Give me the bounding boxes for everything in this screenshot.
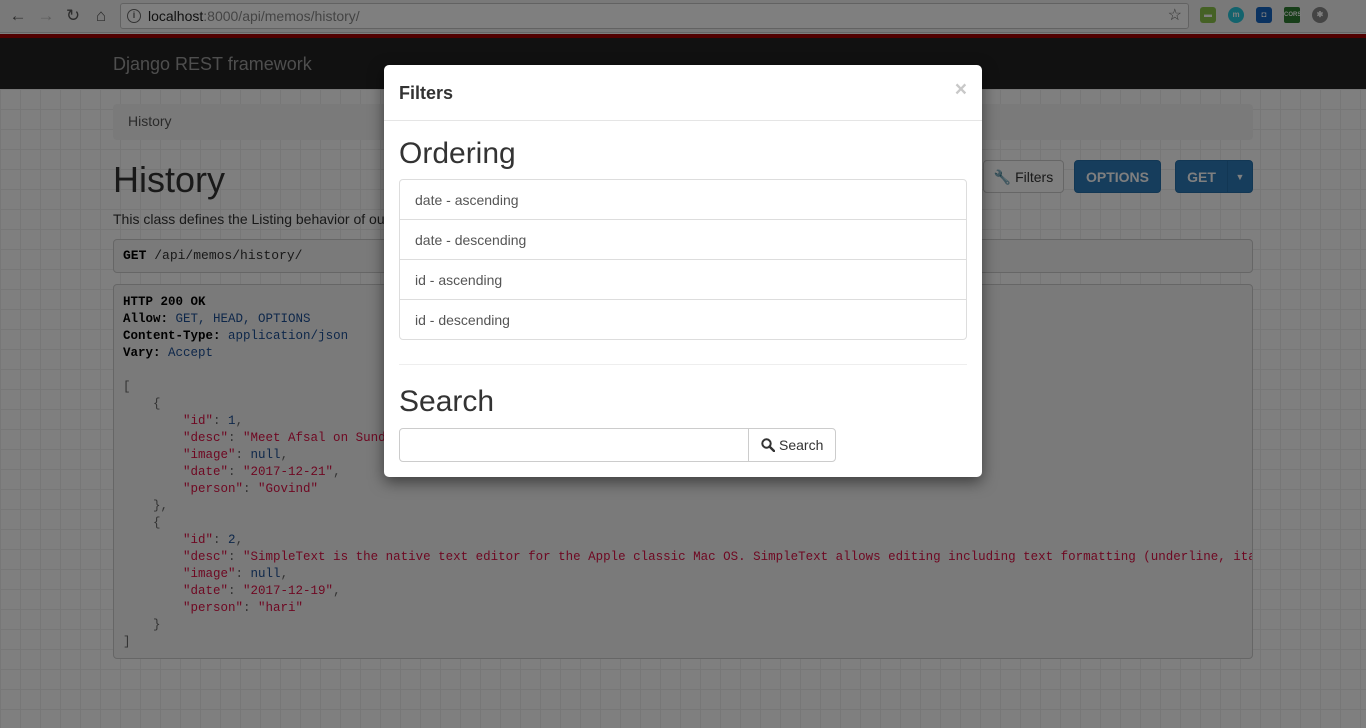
search-icon xyxy=(761,438,775,452)
modal-backdrop[interactable]: Filters × Ordering date - ascending date… xyxy=(0,0,1366,728)
ordering-option-date-descending[interactable]: date - descending xyxy=(399,219,967,260)
ordering-list: date - ascending date - descending id - … xyxy=(399,179,967,340)
ordering-heading: Ordering xyxy=(399,137,516,170)
ordering-option-id-ascending[interactable]: id - ascending xyxy=(399,259,967,300)
close-icon[interactable]: × xyxy=(955,79,967,101)
browser-window: ← → ↻ ⌂ i localhost:8000/api/memos/histo… xyxy=(0,0,1366,728)
modal-header: Filters × xyxy=(384,65,982,121)
modal-title: Filters xyxy=(399,83,454,103)
ordering-option-date-ascending[interactable]: date - ascending xyxy=(399,179,967,220)
search-input[interactable] xyxy=(399,428,749,462)
search-heading: Search xyxy=(399,385,495,418)
divider xyxy=(399,364,967,365)
search-button[interactable]: Search xyxy=(748,428,836,462)
ordering-option-id-descending[interactable]: id - descending xyxy=(399,299,967,340)
filters-modal: Filters × Ordering date - ascending date… xyxy=(384,65,982,477)
